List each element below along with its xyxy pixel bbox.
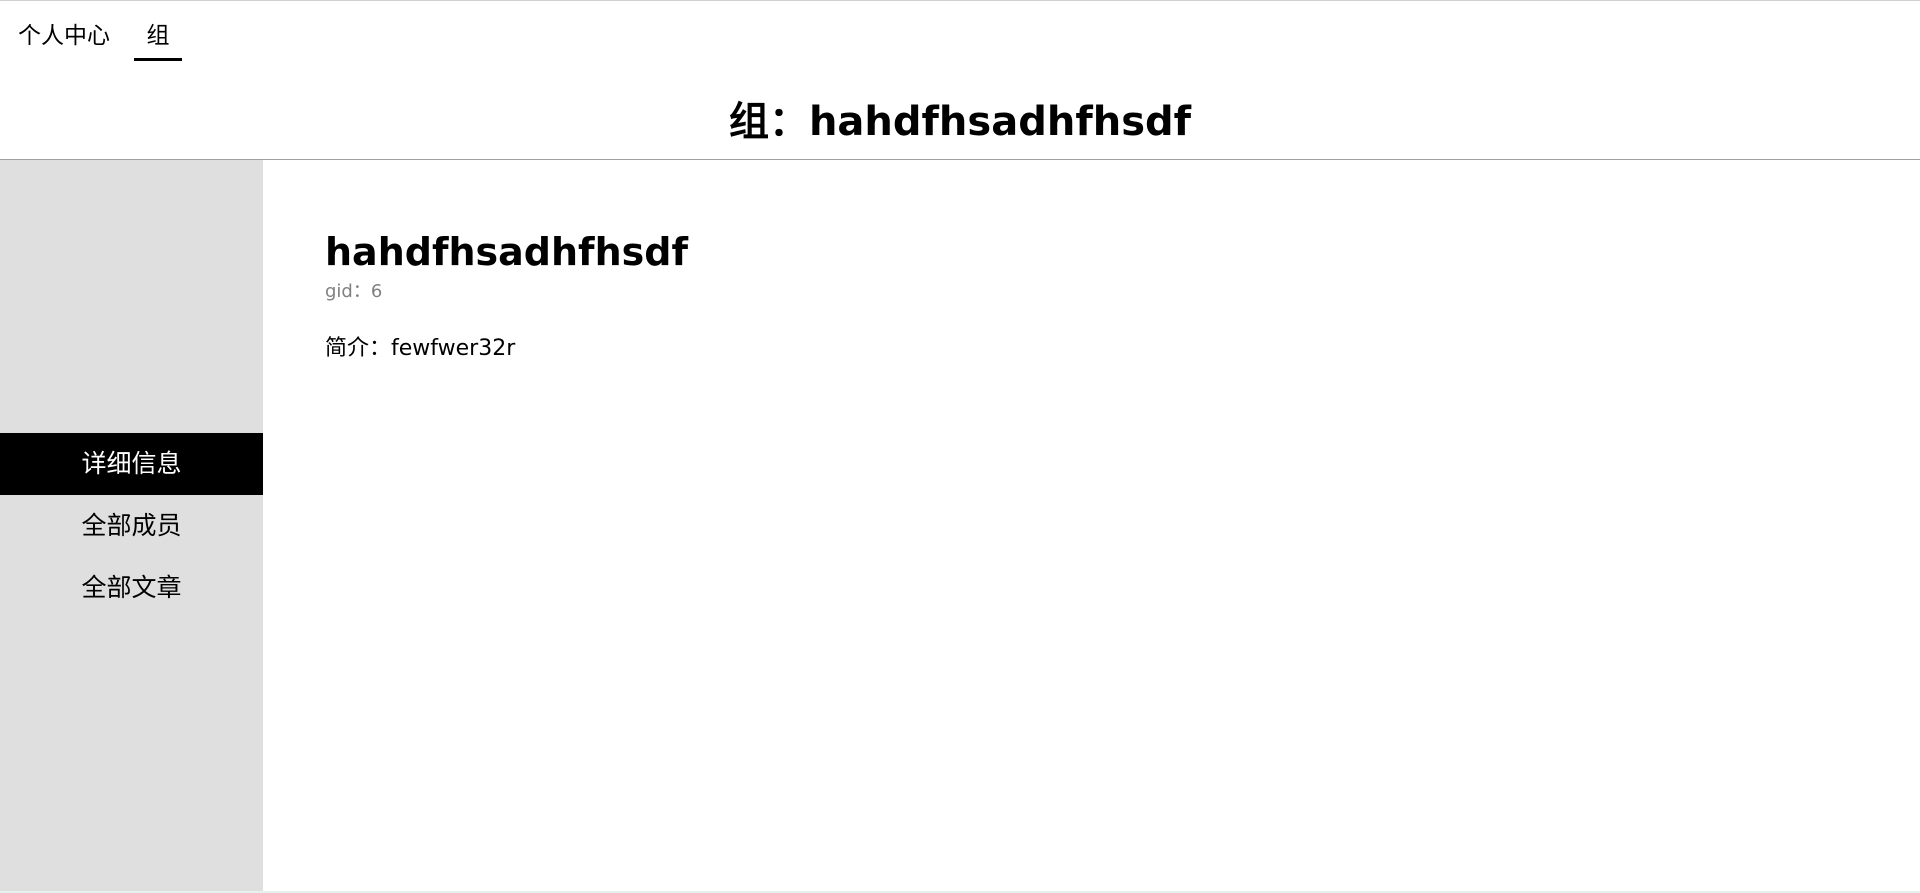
group-introduction: 简介：fewfwer32r <box>325 336 516 361</box>
tab-personal-center[interactable]: 个人中心 <box>18 19 110 53</box>
tab-group[interactable]: 组 <box>134 19 182 61</box>
sidebar-item-articles[interactable]: 全部文章 <box>0 557 263 619</box>
group-name-heading: hahdfhsadhfhsdf <box>325 230 688 274</box>
top-nav: 个人中心 组 <box>0 0 1920 70</box>
page-title: 组：hahdfhsadhfhsdf <box>728 99 1192 145</box>
main-content: hahdfhsadhfhsdf gid：6 简介：fewfwer32r <box>263 160 1920 893</box>
group-id: gid：6 <box>325 281 383 302</box>
sidebar-item-members[interactable]: 全部成员 <box>0 495 263 557</box>
sidebar-item-details[interactable]: 详细信息 <box>0 433 263 495</box>
sidebar: 详细信息 全部成员 全部文章 <box>0 160 263 893</box>
